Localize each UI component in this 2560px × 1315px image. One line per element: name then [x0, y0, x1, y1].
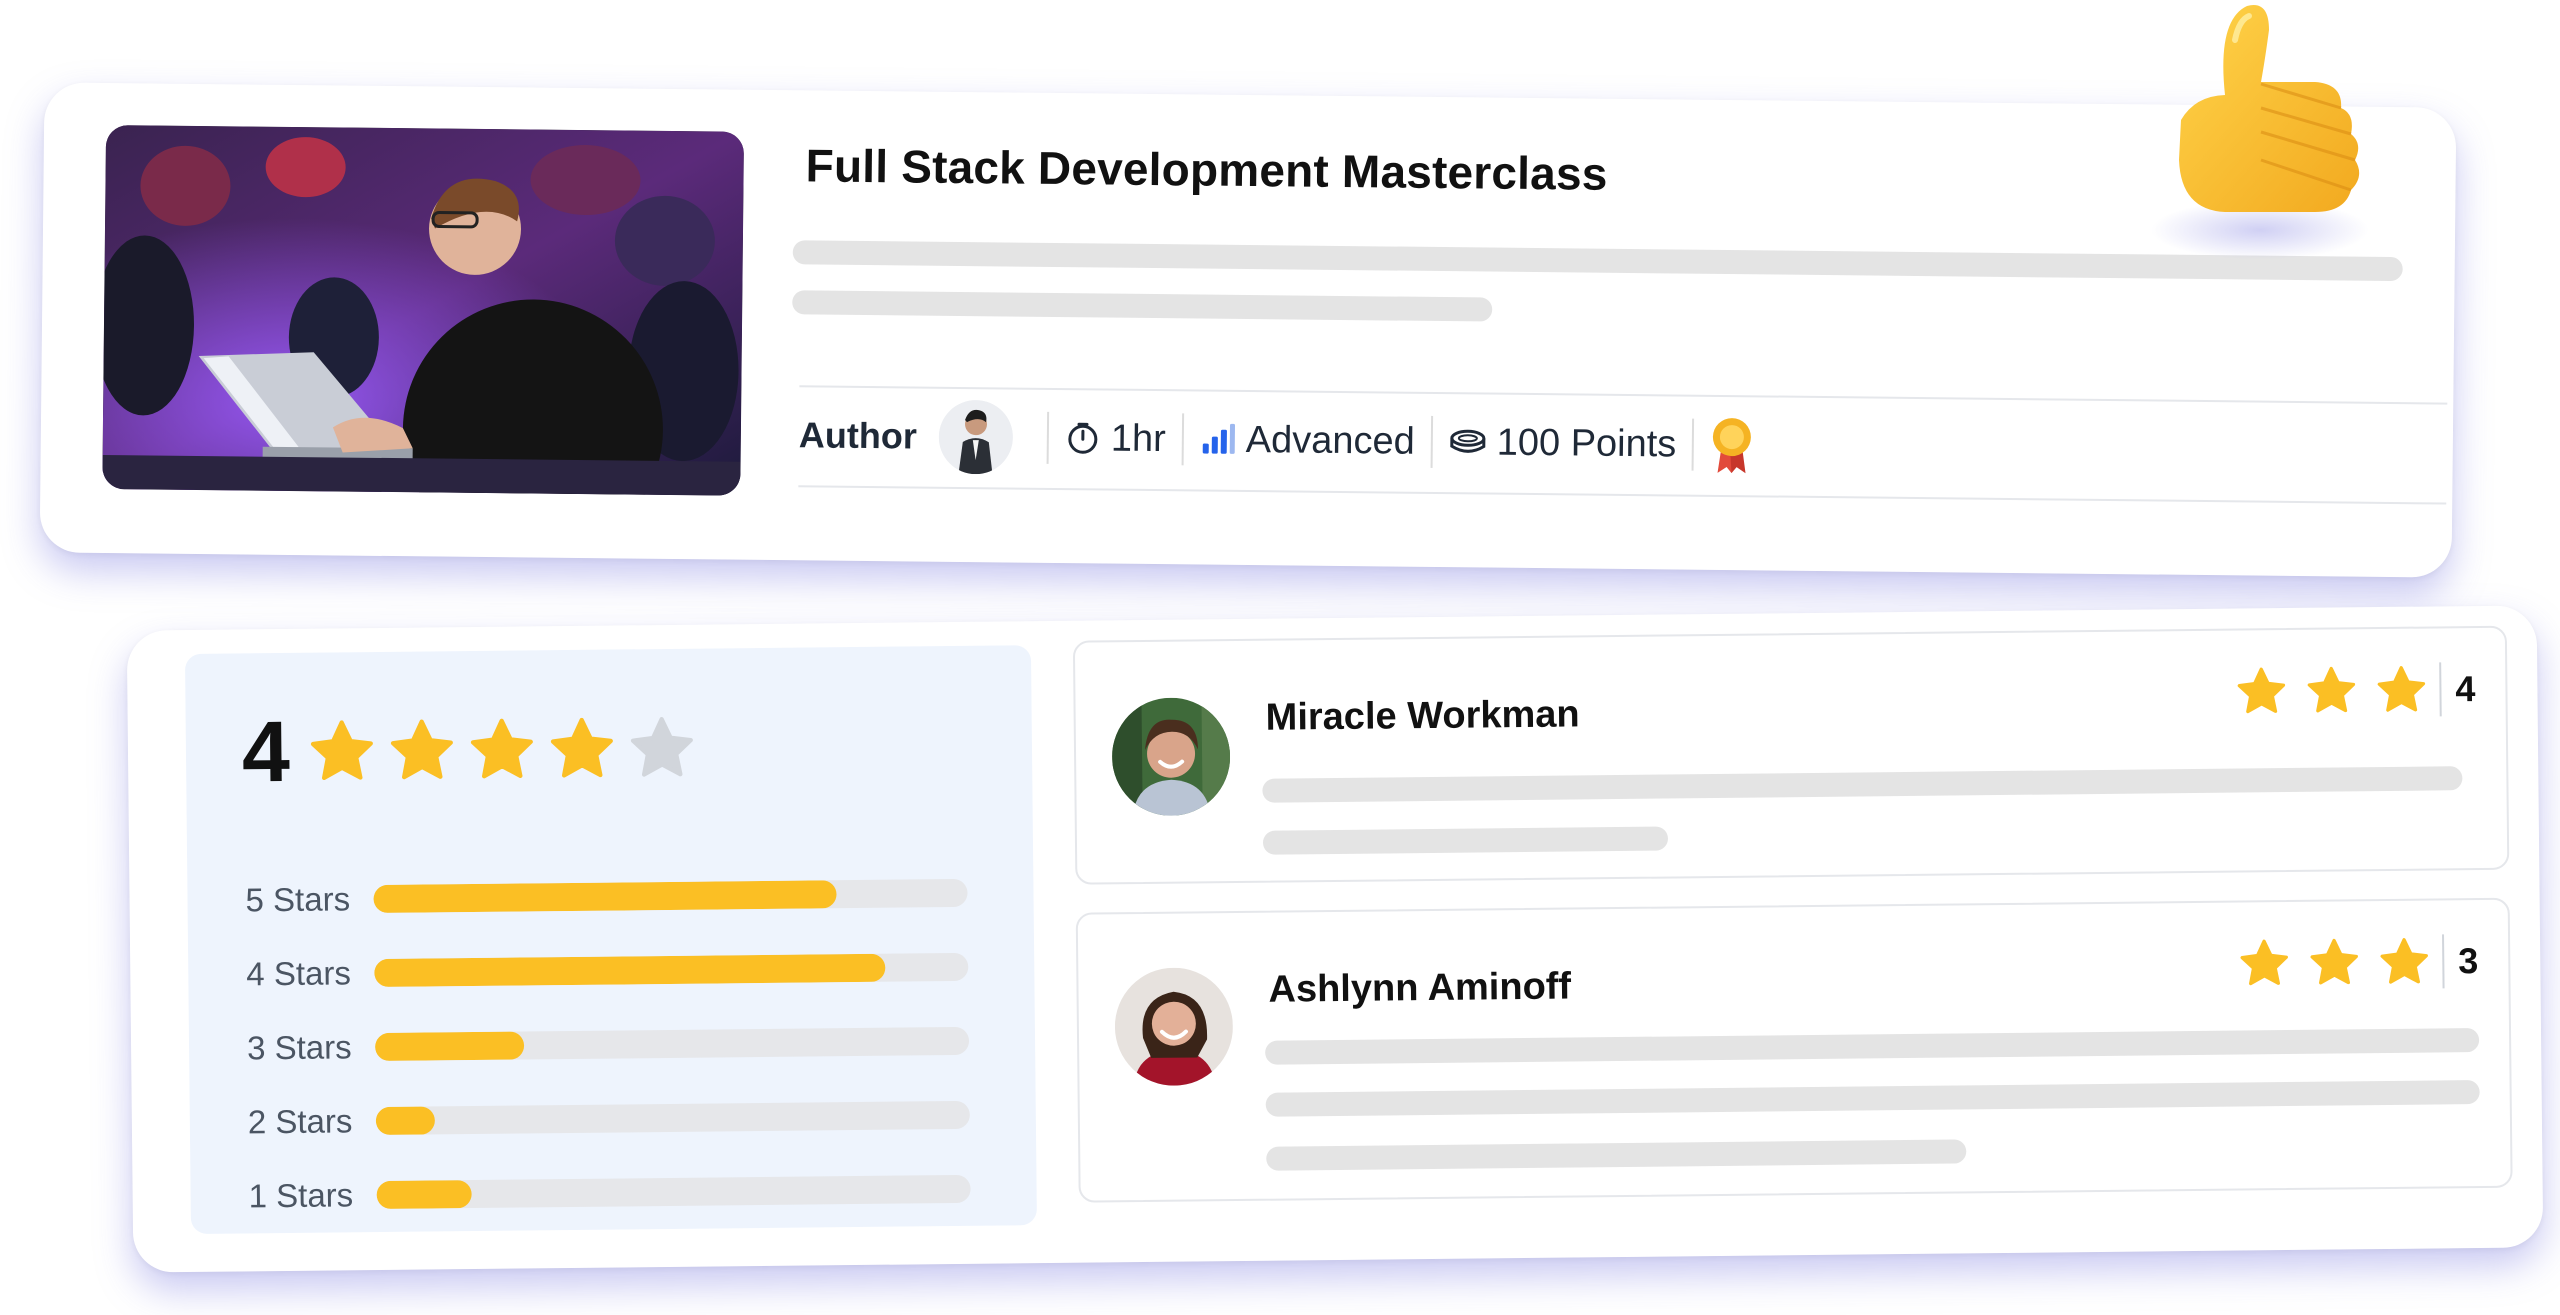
review-rating: 4 [2217, 662, 2476, 719]
average-rating: 4 [241, 703, 709, 801]
rating-bar-fill [376, 1180, 472, 1210]
review-card[interactable]: Miracle Workman 4 [1072, 625, 2510, 885]
star-icon [470, 718, 533, 779]
meta-separator [1692, 418, 1695, 471]
level: Advanced [1200, 418, 1415, 463]
coin-icon [1450, 429, 1486, 453]
star-icon [2377, 666, 2426, 712]
points-value: 100 Points [1496, 421, 1677, 465]
rating-bar-track [376, 1174, 971, 1210]
rating-bar-track [373, 878, 968, 914]
review-stars [2217, 664, 2428, 718]
author-label: Author [798, 414, 918, 457]
course-title[interactable]: Full Stack Development Masterclass [805, 138, 1607, 200]
reviews-card: 4 5 Stars 4 Stars 3 Stars 2 Stars 1 Stars Mi… [126, 605, 2544, 1273]
award [1710, 415, 1755, 475]
star-icon [630, 717, 693, 777]
meta-separator [1430, 415, 1434, 468]
rating-bar-label: 5 Stars [245, 880, 351, 919]
review-placeholder-line [1265, 1028, 2480, 1065]
course-card[interactable]: Full Stack Development Masterclass Autho… [39, 82, 2457, 578]
star-icon [390, 719, 453, 780]
review-placeholder-line [1266, 1139, 1967, 1171]
rating-bar-fill [375, 1106, 436, 1136]
rating-breakdown: 5 Stars 4 Stars 3 Stars 2 Stars 1 Stars [245, 856, 979, 1234]
course-thumbnail[interactable] [102, 125, 745, 496]
rating-bar-row: 2 Stars [247, 1078, 978, 1160]
rating-bar-fill [374, 953, 886, 988]
reviewer-avatar[interactable] [1114, 967, 1234, 1087]
review-placeholder-line [1265, 1080, 2480, 1117]
star-icon [2310, 938, 2358, 985]
star-icon [2237, 667, 2286, 714]
star-icon [2307, 666, 2356, 713]
meta-separator [1046, 411, 1050, 464]
reviewer-name[interactable]: Miracle Workman [1265, 693, 1579, 739]
star-icon [550, 717, 613, 778]
review-rating-value: 4 [2455, 668, 2476, 710]
rating-bar-fill [373, 880, 837, 914]
rating-bar-row: 3 Stars [247, 1004, 978, 1086]
review-rating: 3 [2220, 934, 2479, 991]
rating-summary: 4 5 Stars 4 Stars 3 Stars 2 Stars 1 Stars [184, 645, 1037, 1234]
rating-bar-row: 4 Stars [246, 930, 977, 1012]
rating-bar-label: 3 Stars [246, 1028, 352, 1067]
average-rating-value: 4 [241, 703, 291, 801]
points: 100 Points [1449, 421, 1677, 466]
rating-bar-row: 1 Stars [248, 1152, 979, 1234]
review-card[interactable]: Ashlynn Aminoff 3 [1075, 897, 2513, 1203]
rating-bar-row: 5 Stars [245, 856, 976, 938]
rating-bar-track [374, 1026, 970, 1062]
star-icon [310, 720, 373, 781]
level-value: Advanced [1245, 418, 1415, 463]
meta-divider-bottom [798, 485, 2447, 505]
review-placeholder-line [1262, 766, 2463, 803]
star-icon [2240, 939, 2288, 986]
rating-bar-fill [374, 1031, 524, 1062]
review-rating-value: 3 [2458, 940, 2479, 982]
description-placeholder-line [792, 290, 1493, 322]
level-bars-icon [1202, 423, 1235, 454]
rating-bar-label: 2 Stars [247, 1102, 353, 1141]
award-ribbon-icon [1713, 418, 1752, 474]
rating-bar-label: 4 Stars [246, 954, 352, 993]
thumbs-up-emoji [2179, 5, 2360, 212]
course-meta: Author 1hr Advanced 100 Points [798, 398, 1754, 482]
average-stars [307, 714, 708, 786]
rating-separator [2439, 662, 2442, 717]
timer-icon [1068, 422, 1098, 454]
author-avatar[interactable] [938, 399, 1014, 475]
rating-bar-label: 1 Stars [248, 1176, 354, 1215]
rating-bar-track [374, 952, 969, 988]
review-placeholder-line [1262, 826, 1669, 855]
meta-separator [1181, 413, 1185, 466]
star-icon [2380, 938, 2428, 984]
rating-separator [2441, 934, 2445, 989]
duration-value: 1hr [1110, 417, 1166, 460]
reviewer-name[interactable]: Ashlynn Aminoff [1268, 966, 1571, 1012]
review-stars [2220, 936, 2431, 990]
duration: 1hr [1065, 417, 1166, 461]
reviewer-avatar[interactable] [1111, 697, 1231, 817]
rating-bar-track [375, 1100, 970, 1136]
